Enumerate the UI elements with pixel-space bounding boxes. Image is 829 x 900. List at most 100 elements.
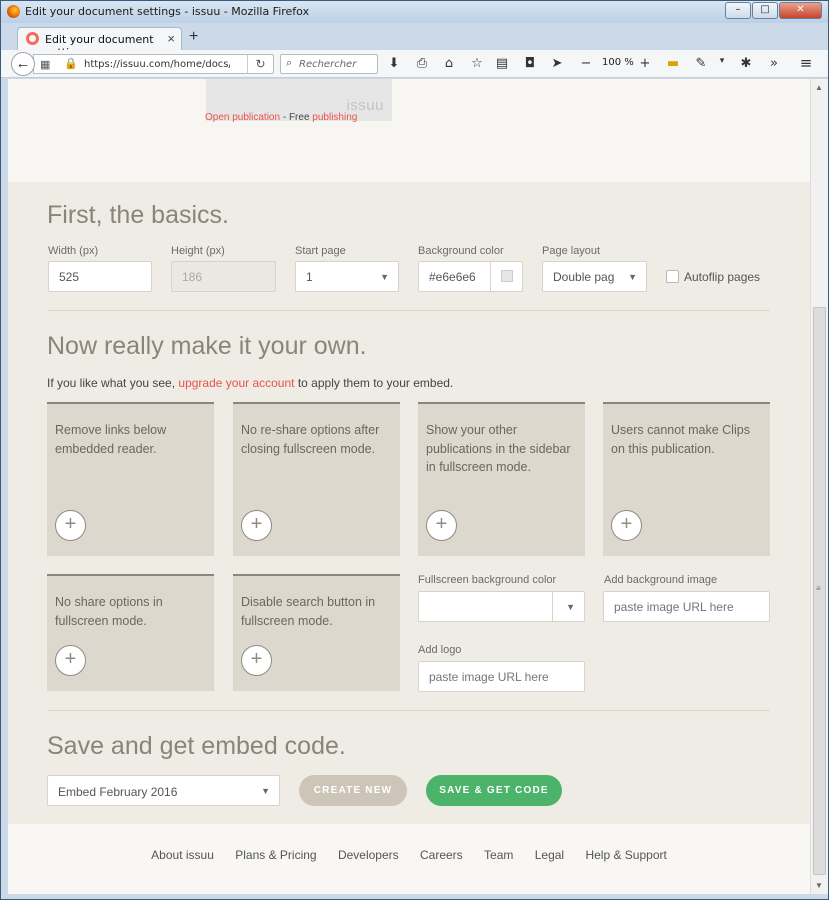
back-button[interactable]: ← <box>11 52 35 76</box>
maximize-button[interactable]: □ <box>752 2 778 19</box>
search-icon: ⌕ <box>286 57 293 69</box>
height-label: Height (px) <box>171 245 225 257</box>
option-card-text: No share options in fullscreen mode. <box>55 595 163 628</box>
footer: About issuu Plans & Pricing Developers C… <box>8 824 810 894</box>
page-layout-select[interactable]: Double pag ▼ <box>542 261 647 292</box>
extension-icon[interactable]: ▬ <box>665 56 681 71</box>
caret-down-icon: ▼ <box>261 786 270 796</box>
issuu-favicon-icon <box>26 32 39 45</box>
bookmark-star-icon[interactable]: ☆ <box>469 56 485 71</box>
download-icon[interactable]: ⬇ <box>386 56 402 71</box>
plus-icon[interactable]: + <box>55 645 86 676</box>
menu-icon[interactable]: ≡ <box>798 54 814 72</box>
page-content: issuu Open publication - Free publishing… <box>8 79 810 894</box>
open-publication-link[interactable]: Open publication <box>205 112 280 123</box>
title-bar: Edit your document settings - issuu - Mo… <box>1 1 828 23</box>
search-input[interactable]: ⌕ Rechercher <box>280 54 378 74</box>
own-heading: Now really make it your own. <box>47 332 367 360</box>
window-controls: – □ ✕ <box>724 2 822 19</box>
reload-icon[interactable]: ↻ <box>247 55 273 73</box>
option-card-no-share: No share options in fullscreen mode. + <box>47 574 214 691</box>
pocket-icon[interactable]: ◘ <box>522 56 538 71</box>
tab-close-icon[interactable]: × <box>167 31 175 46</box>
save-get-code-button[interactable]: SAVE & GET CODE <box>426 775 562 806</box>
new-tab-button[interactable]: + <box>189 28 198 46</box>
vertical-scrollbar[interactable]: ▲ ≡ ▼ <box>810 79 828 894</box>
start-page-select[interactable]: 1 ▼ <box>295 261 399 292</box>
width-label: Width (px) <box>48 245 99 257</box>
preview-separator: - Free <box>280 112 313 123</box>
logo-label: Add logo <box>418 644 462 656</box>
color-swatch[interactable] <box>490 262 522 291</box>
tab-edit-document[interactable]: Edit your document settin... × <box>17 27 182 59</box>
embed-preview: issuu Open publication - Free publishing <box>8 79 810 182</box>
print-icon[interactable]: ⎙ <box>414 56 430 71</box>
bookmarks-list-icon[interactable]: ▤ <box>494 56 510 71</box>
footer-link-legal[interactable]: Legal <box>535 848 564 862</box>
footer-link-help[interactable]: Help & Support <box>585 848 666 862</box>
caret-down-icon: ▼ <box>566 602 575 612</box>
chevron-down-icon[interactable]: ▾ <box>714 56 730 66</box>
option-card-text: Remove links below embedded reader. <box>55 423 167 456</box>
start-page-value: 1 <box>306 270 313 284</box>
minimize-button[interactable]: – <box>725 2 751 19</box>
plus-icon[interactable]: + <box>426 510 457 541</box>
fullscreen-bg-label: Fullscreen background color <box>418 574 557 586</box>
option-card-text: Users cannot make Clips on this publicat… <box>611 423 750 456</box>
autoflip-label[interactable]: Autoflip pages <box>684 270 760 284</box>
logo-url-input[interactable] <box>418 661 585 692</box>
zoom-level[interactable]: 100 % <box>602 57 634 68</box>
option-card-no-reshare: No re-share options after closing fullsc… <box>233 402 400 556</box>
zoom-out-button[interactable]: − <box>578 56 594 71</box>
bg-color-input[interactable]: #e6e6e6 <box>418 261 523 292</box>
fullscreen-bg-select[interactable]: ▼ <box>418 591 585 622</box>
page-layout-value: Double pag <box>553 270 615 284</box>
scroll-up-icon[interactable]: ▲ <box>815 83 823 92</box>
home-icon[interactable]: ⌂ <box>441 56 457 71</box>
footer-link-plans[interactable]: Plans & Pricing <box>235 848 316 862</box>
upgrade-notice-text-end: to apply them to your embed. <box>294 376 454 390</box>
basics-heading: First, the basics. <box>47 201 229 229</box>
option-card-disable-search: Disable search button in fullscreen mode… <box>233 574 400 691</box>
close-button[interactable]: ✕ <box>779 2 822 19</box>
gear-icon[interactable]: ✱ <box>738 56 754 71</box>
upgrade-notice-text: If you like what you see, <box>47 376 179 390</box>
divider <box>47 310 770 311</box>
plus-icon[interactable]: + <box>241 510 272 541</box>
zoom-in-button[interactable]: + <box>637 56 653 71</box>
bg-image-url-input[interactable] <box>603 591 770 622</box>
upgrade-account-link[interactable]: upgrade your account <box>178 376 294 390</box>
create-new-button[interactable]: CREATE NEW <box>299 775 407 806</box>
addon-icon[interactable]: ✎ <box>693 56 709 71</box>
width-input[interactable]: 525 <box>48 261 152 292</box>
caret-down-icon: ▼ <box>624 272 637 282</box>
height-input: 186 <box>171 261 276 292</box>
footer-link-team[interactable]: Team <box>484 848 513 862</box>
send-icon[interactable]: ➤ <box>549 56 565 71</box>
footer-link-developers[interactable]: Developers <box>338 848 399 862</box>
plus-icon[interactable]: + <box>55 510 86 541</box>
option-card-no-clips: Users cannot make Clips on this publicat… <box>603 402 770 556</box>
preview-links: Open publication - Free publishing <box>205 112 357 123</box>
tab-bar: Edit your document settin... × + <box>1 23 828 59</box>
plus-icon[interactable]: + <box>611 510 642 541</box>
footer-links: About issuu Plans & Pricing Developers C… <box>8 848 810 862</box>
page-layout-label: Page layout <box>542 245 601 257</box>
lock-icon[interactable]: 🔒 <box>64 57 78 70</box>
autoflip-checkbox[interactable] <box>666 270 679 283</box>
footer-link-about[interactable]: About issuu <box>151 848 214 862</box>
url-text[interactable]: https://issuu.com/home/docs/com <box>84 59 230 70</box>
footer-link-careers[interactable]: Careers <box>420 848 463 862</box>
embed-select[interactable]: Embed February 2016 ▼ <box>47 775 280 806</box>
identity-icon[interactable]: ▦ <box>40 58 50 71</box>
url-bar[interactable]: ▦ 🔒 https://issuu.com/home/docs/com ↻ <box>33 54 274 74</box>
plus-icon[interactable]: + <box>241 645 272 676</box>
firefox-icon <box>7 5 20 18</box>
option-card-text: No re-share options after closing fullsc… <box>241 423 380 456</box>
overflow-button[interactable]: » <box>766 56 782 71</box>
option-card-text: Show your other publications in the side… <box>426 423 571 474</box>
save-heading: Save and get embed code. <box>47 732 346 760</box>
publishing-link[interactable]: publishing <box>312 112 357 123</box>
divider <box>47 710 770 711</box>
scroll-down-icon[interactable]: ▼ <box>815 881 823 890</box>
